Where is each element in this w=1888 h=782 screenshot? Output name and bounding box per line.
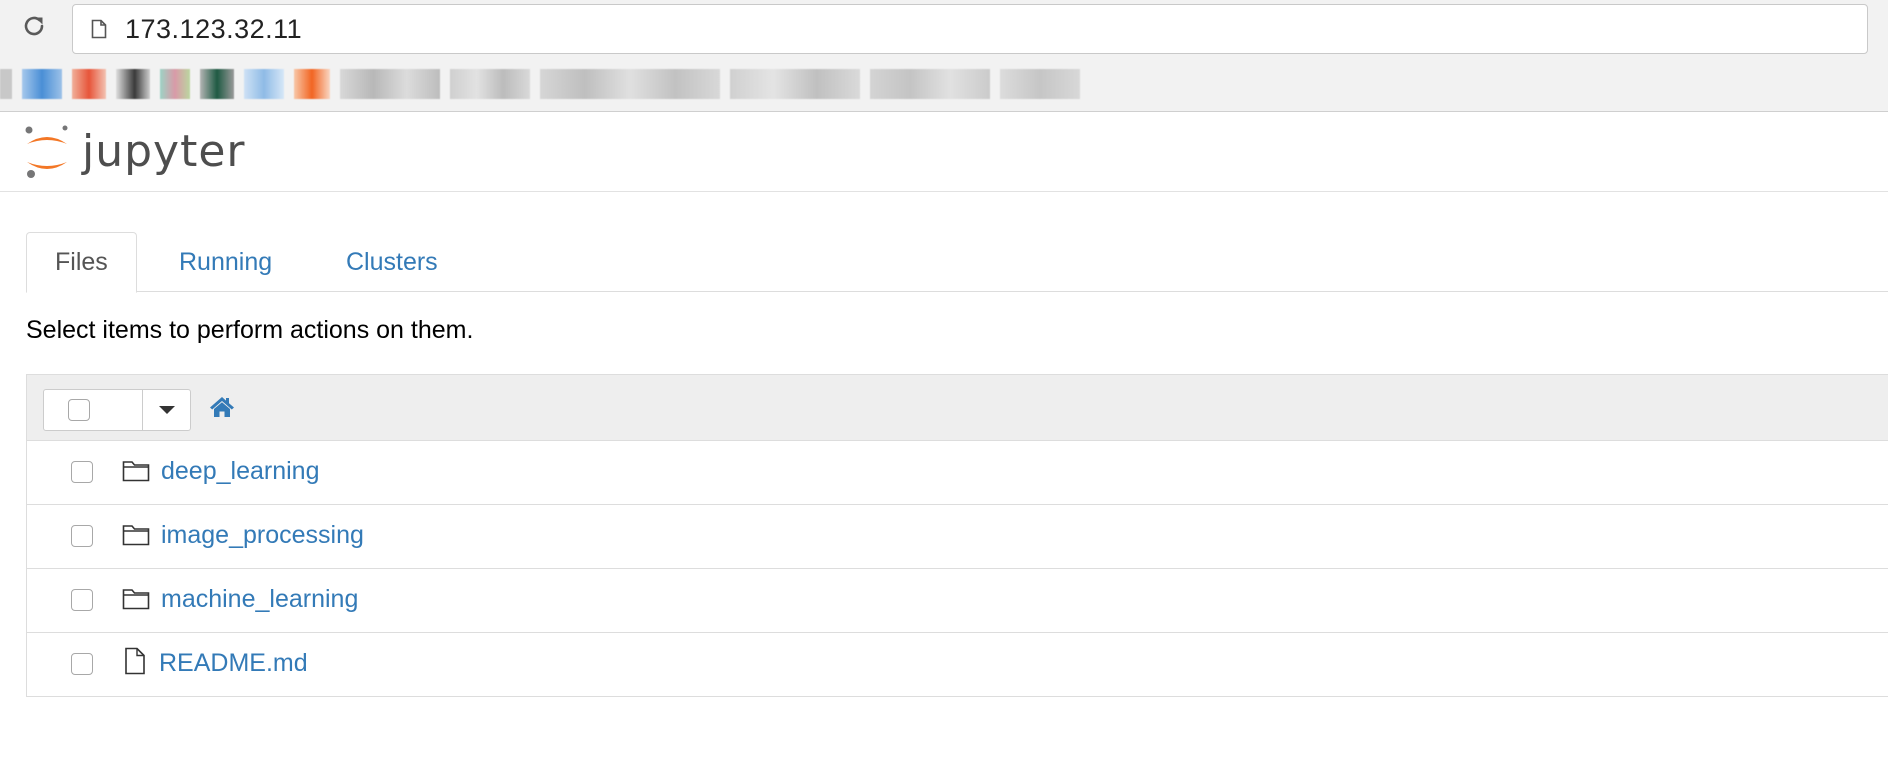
row-checkbox[interactable] (71, 653, 93, 675)
file-icon (122, 647, 150, 677)
bookmark-item[interactable] (870, 69, 990, 99)
caret-down-icon (158, 406, 175, 414)
select-all-button[interactable] (44, 390, 143, 430)
tab-label: Clusters (346, 248, 438, 276)
file-row[interactable]: machine_learning (27, 569, 1888, 633)
select-dropdown-button[interactable] (143, 390, 190, 430)
tab-running[interactable]: Running (151, 232, 300, 293)
folder-icon (122, 459, 150, 485)
tab-files[interactable]: Files (26, 232, 137, 293)
jupyter-logo[interactable]: jupyter (24, 122, 246, 180)
tab-label: Running (179, 248, 273, 276)
row-checkbox[interactable] (71, 589, 93, 611)
bookmark-item[interactable] (0, 69, 12, 99)
bookmark-item[interactable] (730, 69, 860, 99)
folder-icon (122, 523, 150, 549)
reload-icon (24, 16, 44, 36)
bookmark-item[interactable] (540, 69, 720, 99)
bookmark-item[interactable] (116, 69, 150, 99)
tab-bar: Files Running Clusters (26, 232, 1888, 293)
jupyter-logo-icon (25, 125, 68, 178)
bookmark-item[interactable] (340, 69, 440, 99)
select-all-group (43, 389, 191, 431)
file-list-toolbar (27, 375, 1888, 441)
file-list-panel: deep_learning image_processing machine_l… (26, 374, 1888, 697)
jupyter-wordmark: jupyter (82, 125, 246, 177)
bookmark-item[interactable] (200, 69, 234, 99)
instruction-text: Select items to perform actions on them. (26, 316, 474, 344)
item-name-link[interactable]: image_processing (161, 521, 364, 550)
bookmark-item[interactable] (72, 69, 106, 99)
browser-chrome: 173.123.32.11 (0, 0, 1888, 112)
page-icon (91, 19, 107, 39)
folder-icon (122, 587, 150, 613)
bookmark-item[interactable] (244, 69, 284, 99)
item-name-link[interactable]: deep_learning (161, 457, 319, 486)
reload-button[interactable] (18, 10, 50, 42)
select-all-checkbox[interactable] (68, 399, 90, 421)
address-bar[interactable]: 173.123.32.11 (72, 4, 1868, 54)
item-name-link[interactable]: machine_learning (161, 585, 358, 614)
home-breadcrumb[interactable] (209, 395, 235, 419)
jupyter-header: jupyter (0, 112, 1888, 192)
file-row[interactable]: deep_learning (27, 441, 1888, 505)
item-name-link[interactable]: README.md (159, 649, 308, 678)
row-checkbox[interactable] (71, 461, 93, 483)
bookmark-item[interactable] (160, 69, 190, 99)
file-row[interactable]: README.md (27, 633, 1888, 697)
file-row[interactable]: image_processing (27, 505, 1888, 569)
row-checkbox[interactable] (71, 525, 93, 547)
tab-clusters[interactable]: Clusters (318, 232, 466, 293)
bookmarks-bar (0, 62, 1888, 106)
bookmark-item[interactable] (450, 69, 530, 99)
home-icon (210, 397, 234, 417)
tab-label: Files (55, 248, 108, 276)
bookmark-item[interactable] (1000, 69, 1080, 99)
bookmark-item[interactable] (22, 69, 62, 99)
bookmark-item[interactable] (294, 69, 330, 99)
url-text: 173.123.32.11 (125, 13, 303, 44)
